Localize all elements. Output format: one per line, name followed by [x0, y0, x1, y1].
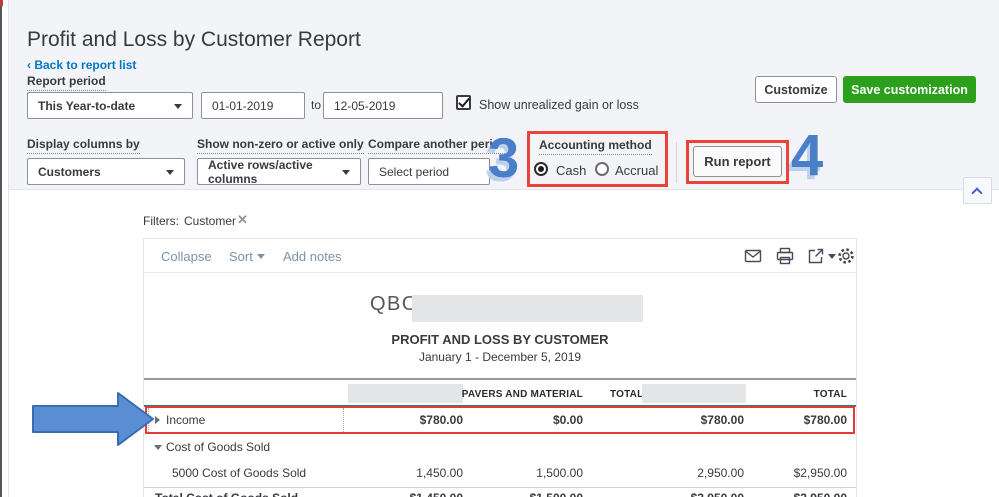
column-header-pavers: PAVERS AND MATERIAL	[461, 389, 583, 400]
nonzero-select[interactable]: Active rows/active columns	[197, 158, 361, 186]
content-gutter-line	[8, 0, 9, 497]
back-to-report-list-link[interactable]: ‹ Back to report list	[27, 58, 136, 72]
annotation-step-4: 4	[791, 123, 824, 188]
row-label-cogs-5000: 5000 Cost of Goods Sold	[172, 466, 307, 480]
display-columns-select[interactable]: Customers	[27, 158, 185, 185]
back-chevron-icon: ‹	[27, 58, 31, 72]
column-header-total: TOTAL	[813, 389, 847, 400]
compare-period-select[interactable]: Select period	[368, 158, 490, 185]
date-to-input[interactable]	[323, 92, 443, 119]
remove-filter-icon[interactable]: ✕	[237, 212, 248, 228]
chevron-down-icon[interactable]	[828, 254, 836, 259]
report-period-select[interactable]: This Year-to-date	[27, 92, 193, 119]
table-cell: $2,950.00	[594, 491, 744, 497]
email-icon[interactable]	[744, 247, 762, 265]
table-cell: $2,950.00	[793, 466, 847, 480]
chevron-down-icon	[256, 254, 265, 259]
window-corner-mark	[0, 0, 3, 6]
table-cell: 2,950.00	[697, 466, 744, 480]
row-label-cogs[interactable]: Cost of Goods Sold	[166, 440, 270, 454]
unrealized-gain-checkbox[interactable]	[456, 95, 471, 110]
add-notes-link[interactable]: Add notes	[283, 249, 342, 264]
filter-chip-customer[interactable]: Customer	[184, 214, 236, 228]
report-toolbar: Collapse Sort Add notes	[144, 239, 856, 273]
date-from-input[interactable]	[201, 92, 305, 119]
annotation-step-3: 3	[488, 126, 520, 189]
row-label-total-cogs: Total Cost of Goods Sold	[155, 491, 298, 497]
table-top-rule	[144, 378, 856, 380]
qbo-report-page: Profit and Loss by Customer Report ‹ Bac…	[0, 0, 999, 497]
redacted-column-header	[642, 384, 746, 403]
table-cell: 1,450.00	[416, 466, 463, 480]
filters-label: Filters:	[143, 214, 179, 228]
collapse-controls-button[interactable]	[963, 177, 992, 204]
save-customization-button[interactable]: Save customization	[843, 76, 976, 103]
chevron-down-icon	[166, 170, 174, 175]
settings-icon[interactable]	[837, 247, 855, 265]
table-cell: $2,950.00	[752, 491, 847, 497]
chevron-down-icon	[174, 104, 182, 109]
unrealized-gain-label: Show unrealized gain or loss	[479, 98, 639, 112]
chevron-down-icon	[342, 170, 350, 175]
page-title: Profit and Loss by Customer Report	[27, 28, 361, 51]
controls-divider	[676, 142, 677, 183]
date-range-to-label: to	[311, 98, 322, 112]
income-row-callout-box	[145, 406, 855, 434]
display-columns-label: Display columns by	[27, 137, 140, 154]
sort-dropdown[interactable]: Sort	[229, 249, 265, 264]
report-date-range: January 1 - December 5, 2019	[418, 350, 582, 364]
accrual-radio[interactable]	[595, 162, 609, 176]
accrual-radio-label: Accrual	[615, 163, 659, 178]
compare-period-label: Compare another period	[368, 137, 508, 154]
column-header-total-group: TOTAL	[610, 389, 644, 400]
redacted-company-name	[412, 295, 643, 322]
cash-radio[interactable]	[534, 162, 548, 176]
accounting-method-label: Accounting method	[539, 138, 652, 155]
report-period-label: Report period	[27, 74, 106, 91]
redacted-column-header	[348, 384, 463, 403]
run-report-button[interactable]: Run report	[693, 146, 782, 177]
customize-button[interactable]: Customize	[755, 76, 837, 103]
nonzero-label: Show non-zero or active only	[197, 137, 364, 154]
window-left-edge	[0, 0, 2, 497]
cash-radio-label: Cash	[556, 163, 587, 178]
print-icon[interactable]	[776, 247, 794, 265]
report-panel: Collapse Sort Add notes QBO PROFIT AND L…	[143, 238, 857, 497]
chevron-up-icon	[971, 187, 983, 199]
export-icon[interactable]	[807, 247, 825, 265]
table-cell: $1,450.00	[348, 491, 463, 497]
collapse-link[interactable]: Collapse	[161, 249, 212, 264]
annotation-arrow	[32, 392, 154, 446]
report-title: PROFIT AND LOSS BY CUSTOMER	[391, 332, 609, 347]
row-separator	[144, 487, 856, 488]
table-cell: $1,500.00	[468, 491, 583, 497]
table-cell: 1,500.00	[536, 466, 583, 480]
